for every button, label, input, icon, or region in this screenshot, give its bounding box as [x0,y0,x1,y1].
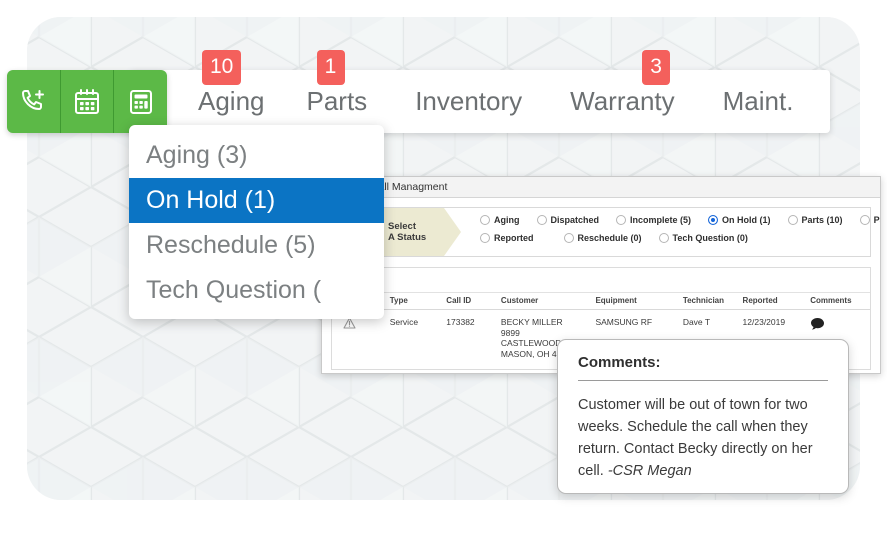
radio-label-on-hold: On Hold (1) [722,215,771,225]
nav-tab-maint[interactable]: Maint. [723,86,794,117]
radio-incomplete[interactable]: Incomplete (5) [616,215,691,225]
radio-reschedule[interactable]: Reschedule (0) [563,233,642,243]
nav-badge-aging: 10 [202,50,242,85]
nav-tab-parts-label: Parts [306,86,368,116]
radio-label-reschedule: Reschedule (0) [577,233,642,243]
customer-address-1: 9899 [500,327,520,338]
panel-title: Service Call Managment [322,177,880,198]
col-header-reported[interactable]: Reported [742,293,811,310]
phone-add-icon [17,86,49,118]
col-header-call-id[interactable]: Call ID [446,293,501,310]
comments-tooltip: Comments: Customer will be out of town f… [557,339,849,494]
dropdown-item-on-hold[interactable]: On Hold (1) [129,178,384,223]
radio-label-dispatched: Dispatched [550,215,600,225]
select-a-status-line1: Select [388,221,416,232]
status-radio-group[interactable]: Aging Dispatched Incomplete (5) On Hold … [444,208,880,256]
radio-dot-dispatched[interactable] [536,215,547,225]
radio-label-tech-question: Tech Question (0) [672,233,748,243]
radio-dot-reported[interactable] [480,233,490,243]
radio-label-reported: Reported [494,233,534,243]
radio-dot-aging[interactable] [480,215,490,225]
radio-reported[interactable]: Reported [480,233,534,243]
col-header-customer[interactable]: Customer [500,293,596,310]
cell-type: Service [389,317,419,327]
nav-tab-inventory-label: Inventory [415,86,523,116]
radio-dot-tech-question[interactable] [658,233,669,243]
radio-dispatched[interactable]: Dispatched [536,215,600,225]
col-header-technician[interactable]: Technician [682,293,743,310]
nav-tab-inventory[interactable]: Inventory [415,86,522,117]
nav-tab-warranty-label: Warranty [570,86,675,116]
calendar-button[interactable] [61,70,115,133]
customer-name: BECKY MILLER [500,317,563,327]
radio-dot-parts[interactable] [787,215,798,225]
dropdown-item-reschedule[interactable]: Reschedule (5) [129,223,384,268]
comments-tooltip-title: Comments: [578,354,661,371]
nav-tab-aging[interactable]: 10 Aging [198,50,265,117]
col-header-type[interactable]: Type [389,293,447,310]
radio-dot-reschedule[interactable] [563,233,574,243]
status-radio-row-2: Reported Reschedule (0) Tech Question (0… [480,233,880,243]
radio-tech-question[interactable]: Tech Question (0) [658,233,748,243]
radio-parts[interactable]: Parts (10) [787,215,843,225]
nav-tab-parts[interactable]: 1 Parts [306,50,368,117]
radio-label-aging: Aging [494,215,520,225]
comments-tooltip-divider [578,380,828,381]
main-navigation[interactable]: 10 Aging 1 Parts Inventory 3 Warranty Ma… [130,50,830,133]
dropdown-item-aging[interactable]: Aging (3) [129,133,384,178]
radio-parts-in[interactable]: Parts In (3) [859,215,880,225]
col-header-comments[interactable]: Comments [810,293,870,310]
radio-dot-on-hold[interactable] [708,215,719,225]
radio-dot-incomplete[interactable] [616,215,627,225]
status-dropdown-menu[interactable]: Aging (3) On Hold (1) Reschedule (5) Tec… [129,125,384,319]
table-section-header: On [332,268,870,293]
col-header-equipment[interactable]: Equipment [595,293,683,310]
cell-call-id: 173382 [446,317,475,327]
radio-label-parts-in: Parts In (3) [873,215,880,225]
radio-aging[interactable]: Aging [480,215,520,225]
select-a-status-label: Select A Status [379,221,426,243]
nav-tab-maint-label: Maint. [722,86,794,116]
radio-label-parts: Parts (10) [801,215,843,225]
calculator-button[interactable] [114,70,167,133]
radio-label-incomplete: Incomplete (5) [630,215,692,225]
table-header-row: Urgent Type Call ID Customer Equipment T… [332,293,870,310]
quick-action-toolbar[interactable] [7,70,167,133]
status-radio-row-1: Aging Dispatched Incomplete (5) On Hold … [480,215,880,225]
status-selector: Select A Status Aging Dispatched Incompl… [331,207,880,257]
phone-add-button[interactable] [7,70,61,133]
calculator-icon [126,87,156,117]
dropdown-item-tech-question[interactable]: Tech Question ( [129,268,384,313]
comments-tooltip-body: Customer will be out of town for two wee… [578,394,828,482]
nav-tab-warranty[interactable]: 3 Warranty [570,50,675,117]
radio-dot-parts-in[interactable] [859,215,870,225]
warning-icon [343,317,356,331]
comment-bubble-icon[interactable] [810,318,825,333]
nav-badge-warranty: 3 [642,50,671,85]
comments-signature: -CSR Megan [607,463,692,479]
nav-badge-parts: 1 [316,50,345,85]
radio-on-hold[interactable]: On Hold (1) [708,215,771,225]
nav-tab-aging-label: Aging [198,86,265,116]
select-a-status-line2: A Status [388,232,427,243]
calendar-icon [72,87,102,117]
